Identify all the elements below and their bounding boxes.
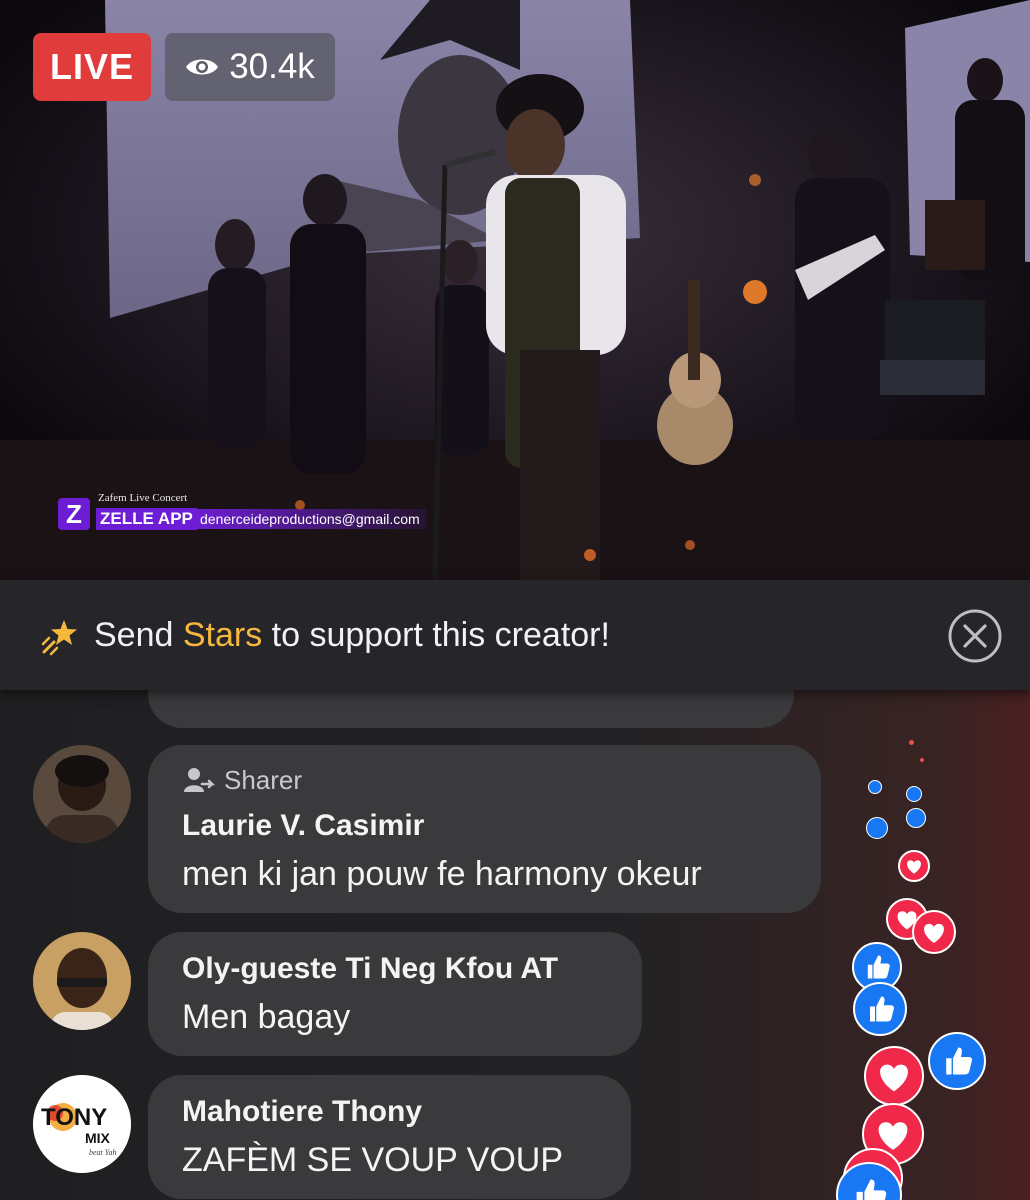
comment-bubble[interactable]: Sharer Laurie V. Casimir men ki jan pouw…: [148, 745, 821, 913]
commenter-name[interactable]: Mahotiere Thony: [182, 1095, 422, 1129]
support-prefix: Send: [94, 616, 183, 654]
support-suffix: to support this creator!: [262, 616, 610, 654]
stars-link[interactable]: Stars: [183, 616, 262, 654]
comment-badge-label: Sharer: [224, 765, 303, 795]
avatar-image: [33, 932, 131, 1030]
like-reaction-icon: [906, 786, 922, 802]
avatar[interactable]: [33, 745, 131, 843]
live-badge: LIVE: [33, 33, 151, 101]
comment-text: men ki jan pouw fe harmony okeur: [182, 855, 702, 893]
shooting-star-icon: [41, 620, 77, 656]
viewer-count-badge: 30.4k: [165, 33, 335, 101]
support-message: Send Stars to support this creator!: [94, 616, 610, 655]
sharer-badge: Sharer: [182, 765, 302, 796]
commenter-name[interactable]: Oly-gueste Ti Neg Kfou AT: [182, 952, 558, 986]
comment-text: ZAFÈM SE VOUP VOUP: [182, 1141, 564, 1179]
comment-text: Men bagay: [182, 998, 351, 1036]
like-reaction-icon: [906, 808, 926, 828]
avatar[interactable]: TONY MIX beat Yah: [33, 1075, 131, 1173]
comment-bubble-previous: international: [148, 690, 794, 728]
like-reaction-icon: [868, 780, 882, 794]
live-video-player[interactable]: LIVE 30.4k Z Zafem Live Concert ZELLE AP…: [0, 0, 1030, 580]
reaction-particle: [909, 740, 914, 745]
comment-bubble[interactable]: Mahotiere Thony ZAFÈM SE VOUP VOUP: [148, 1075, 631, 1199]
comments-feed[interactable]: international Sharer Laurie V. Casimir m…: [0, 690, 1030, 1200]
overlay-app-label: ZELLE APP: [96, 508, 197, 530]
love-reaction-icon: [912, 910, 956, 954]
zelle-logo-icon: Z: [58, 498, 90, 530]
eye-icon: [186, 59, 219, 75]
like-reaction-icon: [928, 1032, 986, 1090]
comment-bubble[interactable]: Oly-gueste Ti Neg Kfou AT Men bagay: [148, 932, 642, 1056]
love-reaction-icon: [864, 1046, 924, 1106]
overlay-caption: Zafem Live Concert: [98, 492, 188, 504]
avatar[interactable]: [33, 932, 131, 1030]
reaction-particle: [920, 758, 924, 762]
love-reaction-icon: [898, 850, 930, 882]
viewer-count: 30.4k: [229, 47, 315, 86]
like-reaction-icon: [836, 1162, 902, 1200]
svg-text:beat Yah: beat Yah: [89, 1148, 117, 1157]
commenter-name[interactable]: Laurie V. Casimir: [182, 809, 424, 843]
like-reaction-icon: [866, 817, 888, 839]
close-icon[interactable]: [947, 608, 1003, 664]
overlay-email: denerceideproductions@gmail.com: [194, 509, 426, 529]
like-reaction-icon: [853, 982, 907, 1036]
zelle-overlay: Z Zafem Live Concert ZELLE APP denerceid…: [58, 488, 428, 532]
live-label: LIVE: [49, 46, 134, 87]
svg-text:TONY: TONY: [41, 1104, 107, 1131]
svg-text:MIX: MIX: [85, 1130, 111, 1146]
support-creator-banner[interactable]: Send Stars to support this creator!: [0, 580, 1030, 690]
avatar-image: [33, 745, 131, 843]
sharer-icon: [184, 767, 216, 792]
tony-mix-logo-avatar: TONY MIX beat Yah: [33, 1075, 131, 1173]
